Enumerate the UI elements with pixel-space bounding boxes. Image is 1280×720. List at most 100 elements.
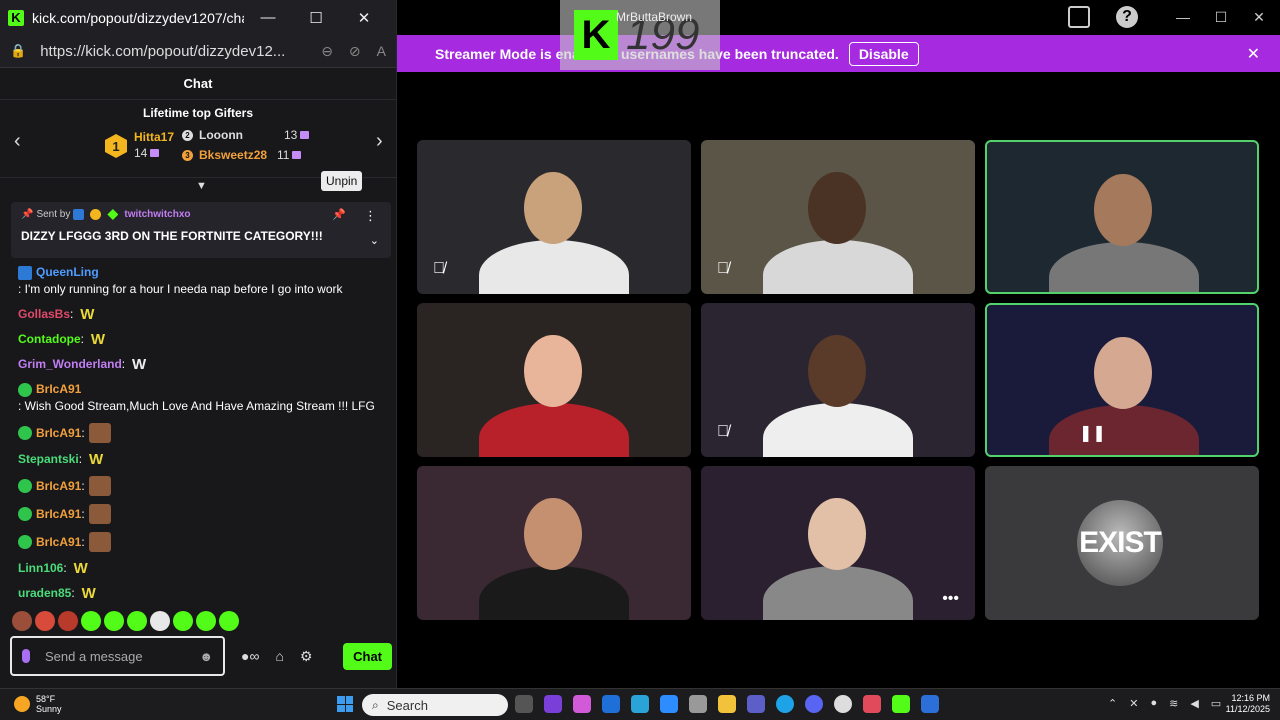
- w-emote-icon[interactable]: W: [79, 585, 99, 602]
- face-emote-icon[interactable]: [88, 423, 111, 443]
- chat-username[interactable]: BrIcA91: [36, 425, 81, 442]
- video-tile[interactable]: [417, 303, 691, 457]
- chat-username[interactable]: Stepantski: [18, 451, 79, 468]
- taskbar-search[interactable]: ⌕ Search: [362, 694, 508, 716]
- edge-icon[interactable]: [776, 695, 794, 713]
- kick-app-icon[interactable]: [892, 695, 910, 713]
- collapse-gifters-icon[interactable]: ▼: [196, 180, 207, 192]
- settings-gear-icon[interactable]: ⚙: [300, 648, 313, 665]
- emote-icon[interactable]: [81, 611, 101, 631]
- chat-message-list[interactable]: QueenLing: I'm only running for a hour I…: [0, 264, 397, 610]
- emote-icon[interactable]: [58, 611, 78, 631]
- app-icon[interactable]: [921, 695, 939, 713]
- url-text[interactable]: https://kick.com/popout/dizzydev12...: [40, 43, 305, 60]
- w-emote-icon[interactable]: W: [71, 560, 91, 577]
- face-emote-icon[interactable]: [88, 532, 111, 552]
- address-bar[interactable]: 🔒 https://kick.com/popout/dizzydev12... …: [0, 35, 396, 68]
- w-emote-icon[interactable]: W: [129, 356, 149, 373]
- store-icon[interactable]: ⌂: [275, 648, 283, 664]
- file-explorer-icon[interactable]: [718, 695, 736, 713]
- app-icon[interactable]: [863, 695, 881, 713]
- close-icon[interactable]: ✕: [1247, 44, 1260, 64]
- video-tile[interactable]: •••: [701, 466, 975, 620]
- volume-icon[interactable]: ◀: [1190, 697, 1198, 710]
- send-chat-button[interactable]: Chat: [343, 642, 392, 670]
- video-tile[interactable]: ❚❚: [985, 303, 1259, 457]
- chat-username[interactable]: Linn106: [18, 560, 63, 577]
- w-emote-icon[interactable]: W: [77, 306, 97, 323]
- app-icon[interactable]: [544, 695, 562, 713]
- minimize-button[interactable]: —: [244, 9, 292, 26]
- maximize-button[interactable]: ☐: [292, 9, 340, 27]
- chat-username[interactable]: Grim_Wonderland: [18, 356, 122, 373]
- discord-icon[interactable]: [805, 695, 823, 713]
- kick-points-icon[interactable]: ●∞: [241, 648, 259, 664]
- tracking-prevention-icon[interactable]: ⊘: [349, 43, 361, 60]
- task-view-icon[interactable]: [515, 695, 533, 713]
- chat-username[interactable]: GollasBs: [18, 306, 70, 323]
- chevron-down-icon[interactable]: ⌄: [370, 234, 379, 247]
- emoji-icon[interactable]: ☻: [199, 649, 213, 664]
- chevron-left-icon[interactable]: ‹: [14, 130, 21, 153]
- copilot-icon[interactable]: [573, 695, 591, 713]
- emote-icon[interactable]: [127, 611, 147, 631]
- emote-icon[interactable]: [173, 611, 193, 631]
- close-button[interactable]: ✕: [340, 9, 388, 27]
- video-tile[interactable]: 🎙̸: [417, 140, 691, 294]
- chat-username[interactable]: BrIcA91: [36, 506, 81, 523]
- emote-icon[interactable]: [12, 611, 32, 631]
- face-emote-icon[interactable]: [88, 504, 111, 524]
- chat-username[interactable]: uraden85: [18, 585, 71, 602]
- unpin-icon[interactable]: 📌: [332, 208, 346, 221]
- microphone-icon[interactable]: [22, 649, 30, 663]
- obs-icon[interactable]: [834, 695, 852, 713]
- w-emote-icon[interactable]: W: [86, 451, 106, 468]
- chevron-up-icon[interactable]: ⌃: [1108, 697, 1117, 710]
- zoom-app-icon[interactable]: [660, 695, 678, 713]
- pinned-sender[interactable]: twitchwitchxo: [124, 209, 190, 220]
- microphone-icon[interactable]: ●: [1150, 697, 1157, 710]
- battery-icon[interactable]: ▭: [1211, 697, 1221, 710]
- taskbar-clock[interactable]: 12:16 PM 11/12/2025: [1222, 693, 1270, 715]
- weather-widget[interactable]: 58°F Sunny: [14, 694, 62, 714]
- teams-icon[interactable]: [747, 695, 765, 713]
- chat-username[interactable]: BrIcA91: [36, 381, 81, 398]
- store-app-icon[interactable]: [689, 695, 707, 713]
- zoom-icon[interactable]: ⊖: [321, 43, 333, 60]
- help-icon[interactable]: ?: [1116, 6, 1138, 28]
- windows-start-icon[interactable]: [337, 696, 353, 712]
- gifter-first[interactable]: 1 Hitta17 14: [105, 130, 174, 162]
- video-tile[interactable]: [985, 140, 1259, 294]
- wifi-icon[interactable]: ≋: [1169, 697, 1178, 710]
- chevron-right-icon[interactable]: ›: [376, 130, 383, 153]
- close-button[interactable]: ✕: [1240, 9, 1278, 26]
- face-emote-icon[interactable]: [88, 476, 111, 496]
- chat-username[interactable]: QueenLing: [36, 264, 99, 281]
- emote-icon[interactable]: [35, 611, 55, 631]
- video-tile[interactable]: EXIST: [985, 466, 1259, 620]
- emote-icon[interactable]: [196, 611, 216, 631]
- more-options-icon[interactable]: •••: [942, 590, 959, 608]
- emote-icon[interactable]: [150, 611, 170, 631]
- chat-username[interactable]: BrIcA91: [36, 534, 81, 551]
- read-aloud-icon[interactable]: A: [377, 43, 386, 59]
- video-tile[interactable]: 🎙̸: [701, 303, 975, 457]
- hp-icon[interactable]: [602, 695, 620, 713]
- app-icon[interactable]: [631, 695, 649, 713]
- maximize-button[interactable]: ☐: [1202, 9, 1240, 26]
- video-tile[interactable]: [417, 466, 691, 620]
- minimize-button[interactable]: —: [1164, 9, 1202, 25]
- chat-username[interactable]: BrIcA91: [36, 478, 81, 495]
- disable-button[interactable]: Disable: [848, 41, 919, 66]
- message-input[interactable]: Send a message ☻: [10, 636, 225, 676]
- more-options-icon[interactable]: ⋮: [364, 208, 377, 224]
- gifter-second[interactable]: 2 Looonn 13: [182, 128, 310, 142]
- record-icon[interactable]: [1068, 6, 1090, 28]
- emote-icon[interactable]: [219, 611, 239, 631]
- chat-username[interactable]: Contadope: [18, 331, 81, 348]
- video-tile[interactable]: 🎙̸: [701, 140, 975, 294]
- emote-icon[interactable]: [104, 611, 124, 631]
- mute-icon[interactable]: ✕: [1129, 697, 1138, 710]
- w-emote-icon[interactable]: W: [88, 331, 108, 348]
- gifter-third[interactable]: 3 Bksweetz28 11: [182, 148, 302, 162]
